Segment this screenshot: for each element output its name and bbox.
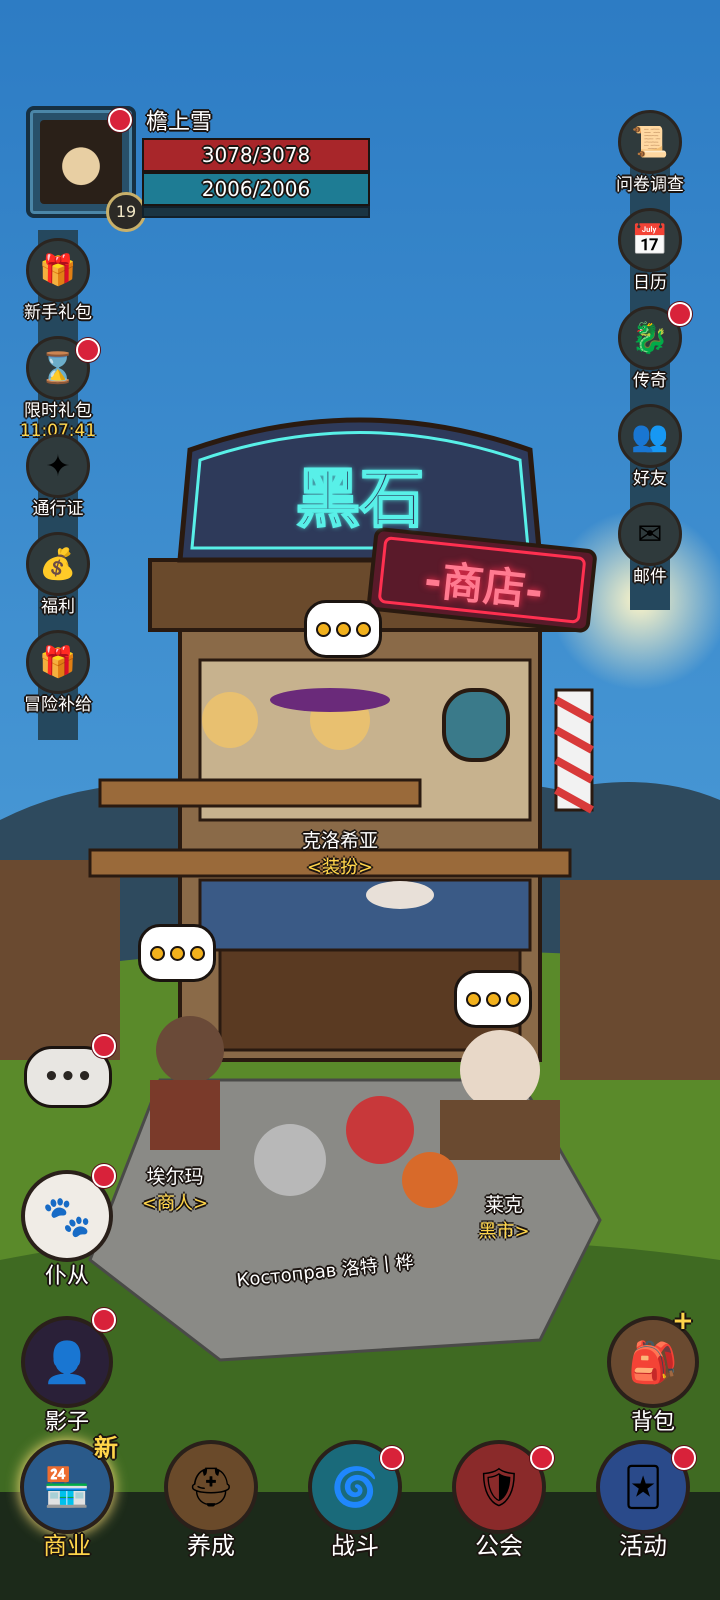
survey-scroll-icon: 📜	[618, 110, 682, 174]
welfare-label: 福利	[41, 597, 75, 617]
bag-plus-icon: +	[672, 1306, 694, 1336]
gift-box-icon: 🎁	[26, 238, 90, 302]
npc-black-market[interactable]: 莱克 黑市>	[444, 1190, 564, 1243]
nav-business-label: 商业	[43, 1532, 91, 1560]
pet-alert-dot	[92, 1164, 116, 1188]
pet-button[interactable]: 🐾 仆从	[12, 1170, 122, 1290]
npc-chat-bubble-clothier[interactable]	[304, 600, 382, 658]
nav-events-label: 活动	[619, 1532, 667, 1560]
shadow-alert-dot	[92, 1308, 116, 1332]
npc-clothier[interactable]: 克洛希亚 <装扮>	[260, 826, 420, 879]
nav-battle-alert-dot	[380, 1446, 404, 1470]
nav-battle-label: 战斗	[331, 1532, 379, 1560]
battle-pass-label: 通行证	[32, 499, 84, 519]
calendar-label: 日历	[633, 273, 667, 293]
avatar-portrait	[40, 120, 122, 204]
nav-business-new-badge: 新	[94, 1434, 118, 1462]
nav-development[interactable]: ⛑ 养成	[156, 1440, 266, 1561]
survey-label: 问卷调查	[616, 175, 684, 195]
legend-alert-dot	[668, 302, 692, 326]
adventure-supply-label: 冒险补给	[24, 695, 92, 715]
helmet-icon: ⛑	[164, 1440, 258, 1534]
chat-alert-dot	[92, 1034, 116, 1058]
npc-merchant[interactable]: 埃尔玛 <商人>	[110, 1162, 240, 1215]
friends-label: 好友	[633, 469, 667, 489]
welfare-button[interactable]: 💰 福利	[8, 532, 108, 617]
npc-black-market-role: 黑市>	[478, 1221, 530, 1242]
survey-button[interactable]: 📜 问卷调查	[600, 110, 700, 195]
friends-button[interactable]: 👥 好友	[600, 404, 700, 489]
mail-icon: ✉	[618, 502, 682, 566]
avatar-alert-dot	[108, 108, 132, 132]
mp-bar: 2006/2006	[142, 172, 370, 206]
calendar-button[interactable]: 📅 日历	[600, 208, 700, 293]
shadow-button[interactable]: 👤 影子	[12, 1316, 122, 1436]
gold-pile-icon: 💰	[26, 532, 90, 596]
nav-guild-alert-dot	[530, 1446, 554, 1470]
nav-events-alert-dot	[672, 1446, 696, 1470]
mail-button[interactable]: ✉ 邮件	[600, 502, 700, 587]
npc-chat-bubble-merchant[interactable]	[138, 924, 216, 982]
newbie-gift-label: 新手礼包	[24, 303, 92, 323]
legend-label: 传奇	[633, 371, 667, 391]
nav-guild-label: 公会	[475, 1532, 523, 1560]
npc-black-market-name: 莱克	[484, 1194, 523, 1216]
npc-merchant-name: 埃尔玛	[146, 1166, 204, 1188]
limited-gift-alert-dot	[76, 338, 100, 362]
hp-bar: 3078/3078	[142, 138, 370, 172]
mail-label: 邮件	[633, 567, 667, 587]
adventure-supply-button[interactable]: 🎁 冒险补给	[8, 630, 108, 715]
npc-clothier-name: 克洛希亚	[301, 830, 378, 852]
friends-icon: 👥	[618, 404, 682, 468]
xp-bar	[142, 206, 370, 218]
supply-box-icon: 🎁	[26, 630, 90, 694]
player-name: 檐上雪	[146, 110, 213, 135]
newbie-gift-button[interactable]: 🎁 新手礼包	[8, 238, 108, 323]
player-level-badge: 19	[106, 192, 146, 232]
nav-development-label: 养成	[187, 1532, 235, 1560]
battle-pass-button[interactable]: ✦ 通行证	[8, 434, 108, 519]
npc-clothier-role: <装扮>	[306, 857, 374, 878]
calendar-icon: 📅	[618, 208, 682, 272]
pet-label: 仆从	[44, 1264, 89, 1289]
npc-merchant-role: <商人>	[141, 1193, 209, 1214]
star-badge-icon: ✦	[26, 434, 90, 498]
npc-chat-bubble-black-market[interactable]	[454, 970, 532, 1028]
bag-label: 背包	[630, 1410, 675, 1435]
limited-gift-label: 限时礼包	[24, 401, 92, 421]
shop-sign-main: 黑石	[295, 462, 425, 538]
